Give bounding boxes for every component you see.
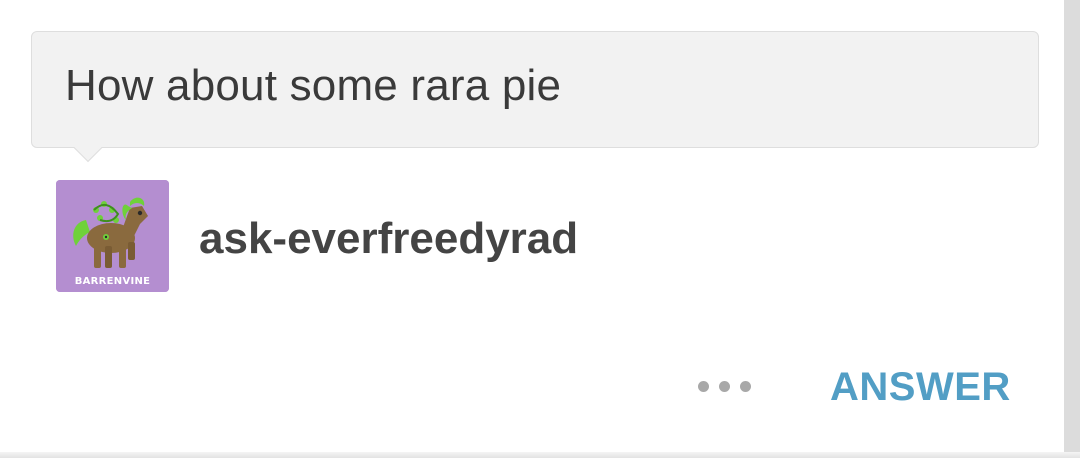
dot	[739, 380, 751, 392]
asker-avatar[interactable]: BARRENVINE	[56, 180, 169, 292]
speech-tail	[73, 133, 103, 163]
avatar-caption: BARRENVINE	[74, 276, 151, 287]
dot	[697, 380, 709, 392]
dot	[718, 380, 730, 392]
card-bottom-edge	[0, 452, 1080, 458]
scroll-edge	[1064, 0, 1080, 458]
asker-username[interactable]: ask-everfreedyrad	[199, 214, 578, 264]
question-bubble: How about some rara pie	[31, 31, 1039, 163]
question-text: How about some rara pie	[65, 61, 562, 110]
answer-button[interactable]: ANSWER	[822, 362, 1019, 412]
ask-card: How about some rara pie BARRENVINE ask-e…	[0, 0, 1064, 452]
more-options-icon[interactable]	[686, 366, 762, 406]
